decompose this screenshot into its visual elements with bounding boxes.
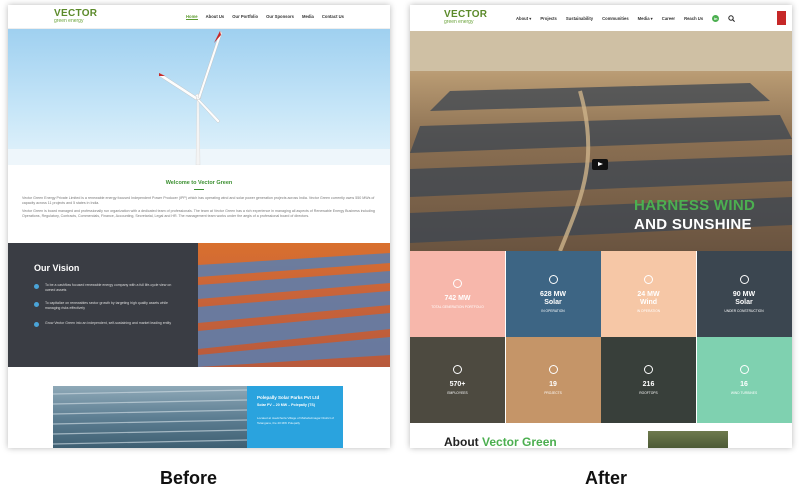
vision-item-text: Grow Vector Green into an independent, s…	[45, 321, 172, 325]
logo-subtitle: green energy	[54, 18, 84, 24]
stat-tile: 216 ROOFTOPS	[601, 337, 696, 423]
stat-tile: 570+ EMPLOYEES	[410, 337, 505, 423]
stat-label: PROJECTS	[544, 391, 562, 395]
nav-reach-us[interactable]: Reach Us	[684, 16, 703, 21]
before-menu: Home About Us Our Portfolio Our Sponsors…	[186, 14, 344, 20]
certification-badge-icon	[776, 10, 787, 26]
stat-value: 24 MW Wind	[637, 291, 660, 306]
stat-label: ROOFTOPS	[639, 391, 658, 395]
stat-icon	[739, 365, 749, 374]
stat-tile: 16 WIND TURBINES	[696, 337, 792, 423]
park-name: Polepally Solar Parks Pvt Ltd	[257, 395, 320, 400]
stat-value: 570+	[449, 381, 466, 388]
nav-media[interactable]: Media	[302, 14, 314, 20]
before-solar-farm-image	[198, 243, 390, 367]
before-navbar: VECTOR green energy Home About Us Our Po…	[8, 5, 390, 29]
stat-icon	[644, 365, 653, 374]
welcome-paragraph-2: Vector Green is board managed and profes…	[22, 209, 375, 218]
nav-about-us[interactable]: About Us	[206, 14, 225, 20]
stat-tile: 742 MW TOTAL GENERATION PORTFOLIO	[410, 251, 505, 337]
after-logo[interactable]: VECTOR green energy	[444, 10, 487, 25]
before-portfolio-section: Polepally Solar Parks Pvt Ltd Solar PV –…	[8, 367, 390, 448]
before-caption: Before	[160, 468, 218, 488]
bullet-icon	[34, 322, 39, 327]
before-vision-section: Our Vision To be a cashflow focused rene…	[8, 243, 198, 367]
stat-icon	[644, 275, 653, 284]
after-menu: About ▾ Projects Sustainability Communit…	[516, 15, 736, 22]
hero-headline-line2: AND SUNSHINE	[634, 216, 752, 233]
vision-item-text: To capitalize on renewables sector growt…	[45, 301, 168, 310]
vision-title: Our Vision	[34, 263, 80, 273]
nav-media[interactable]: Media ▾	[638, 16, 653, 21]
vision-item: Grow Vector Green into an independent, s…	[34, 321, 182, 327]
stat-value: 90 MW Solar	[732, 291, 756, 306]
stat-label: IN OPERATION	[636, 309, 661, 313]
stat-value: 742 MW	[444, 295, 471, 302]
after-navbar: VECTOR green energy About ▾ Projects Sus…	[410, 5, 792, 31]
play-button-icon[interactable]	[592, 159, 608, 170]
before-welcome-section: Welcome to Vector Green Vector Green Ene…	[8, 165, 390, 245]
about-heading-text: About	[444, 435, 479, 448]
stat-value: 216	[642, 381, 655, 388]
nav-our-portfolio[interactable]: Our Portfolio	[232, 14, 258, 20]
about-heading-brand: Vector Green	[482, 435, 557, 448]
stat-icon	[739, 275, 749, 284]
before-logo[interactable]: VECTOR green energy	[54, 9, 97, 24]
nav-our-sponsors[interactable]: Our Sponsors	[266, 14, 294, 20]
after-hero-video[interactable]: HARNESS WIND AND SUNSHINE	[410, 31, 792, 252]
stat-tile: 90 MW Solar UNDER CONSTRUCTION	[696, 251, 792, 337]
after-about-section: About Vector Green	[410, 423, 792, 448]
stat-value: 628 MW Solar	[539, 291, 567, 306]
nav-sustainability[interactable]: Sustainability	[566, 16, 593, 21]
nav-about[interactable]: About ▾	[516, 16, 531, 21]
welcome-paragraph-1: Vector Green Energy Private Limited is a…	[22, 196, 375, 205]
park-description: Located at Jeedcherla Village of Mahabub…	[257, 416, 334, 425]
stat-label: WIND TURBINES	[730, 391, 758, 395]
stat-label: EMPLOYEES	[447, 391, 468, 395]
solar-park-card[interactable]: Polepally Solar Parks Pvt Ltd Solar PV –…	[247, 386, 343, 448]
park-spec: Solar PV – 20 MW – Polepally (TS)	[257, 403, 315, 407]
about-image	[648, 431, 728, 448]
nav-career[interactable]: Career	[662, 16, 675, 21]
nav-home[interactable]: Home	[186, 14, 198, 20]
search-icon[interactable]	[728, 15, 736, 22]
after-screenshot: VECTOR green energy About ▾ Projects Sus…	[410, 5, 792, 448]
welcome-title: Welcome to Vector Green	[165, 180, 233, 186]
stat-icon	[453, 279, 462, 288]
bullet-icon	[34, 302, 39, 307]
solar-rows-icon	[52, 389, 248, 445]
stat-tile: 628 MW Solar IN OPERATION	[505, 251, 601, 337]
bullet-icon	[34, 284, 39, 289]
stat-value: 16	[740, 381, 748, 388]
vision-item-text: To be a cashflow focused renewable energ…	[45, 283, 172, 292]
nav-projects[interactable]: Projects	[540, 16, 557, 21]
stat-value: 19	[549, 381, 557, 388]
vision-item: To capitalize on renewables sector growt…	[34, 301, 182, 311]
stat-label: UNDER CONSTRUCTION	[724, 309, 764, 313]
stat-icon	[548, 275, 558, 284]
solar-panels-icon	[198, 253, 390, 367]
wind-turbine-icon	[8, 30, 390, 166]
title-divider	[194, 189, 204, 190]
vision-item: To be a cashflow focused renewable energ…	[34, 283, 182, 293]
nav-communities[interactable]: Communities	[602, 16, 629, 21]
about-heading: About Vector Green	[444, 435, 557, 448]
before-hero-wind-turbine-image	[8, 29, 390, 166]
nav-contact-us[interactable]: Contact Us	[322, 14, 344, 20]
linkedin-icon[interactable]: in	[712, 15, 720, 22]
hero-headline-line1: HARNESS WIND	[634, 197, 756, 214]
stat-tile: 24 MW Wind IN OPERATION	[601, 251, 696, 337]
stat-tile: 19 PROJECTS	[505, 337, 601, 423]
after-caption: After	[585, 468, 628, 488]
solar-park-image	[52, 386, 248, 448]
stat-icon	[548, 365, 558, 374]
stat-icon	[453, 365, 462, 374]
stat-label: IN OPERATION	[541, 309, 565, 313]
logo-subtitle: green energy	[444, 19, 474, 25]
stat-label: TOTAL GENERATION PORTFOLIO	[431, 305, 484, 309]
before-screenshot: VECTOR green energy Home About Us Our Po…	[8, 5, 390, 448]
